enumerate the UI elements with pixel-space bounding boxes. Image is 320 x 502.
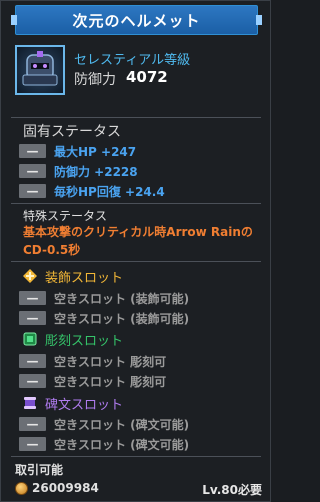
minus-icon: — xyxy=(19,417,46,431)
tradable-label: 取引可能 xyxy=(15,463,64,477)
accessory-slot-1[interactable]: — 空きスロット (装飾可能) xyxy=(19,290,189,306)
minus-icon: — xyxy=(19,437,46,451)
slot-text: 空きスロット 彫刻可 xyxy=(54,374,167,389)
engrave-slot-title: 彫刻スロット xyxy=(45,333,124,349)
divider xyxy=(11,203,261,204)
emerald-icon xyxy=(23,332,37,346)
special-stats-title: 特殊ステータス xyxy=(23,209,108,223)
minus-icon: — xyxy=(19,291,46,305)
helmet-icon[interactable] xyxy=(15,45,65,95)
special-stats-text: 基本攻撃のクリティカル時Arrow Rainの CD-0.5秒 xyxy=(23,225,253,257)
item-title: 次元のヘルメット xyxy=(72,11,201,30)
item-tooltip-panel: 次元のヘルメット セレスティアル等級 防御力 4072 固有ステータス — 最大… xyxy=(0,0,271,502)
stat-text: 防御力 +2228 xyxy=(54,164,138,179)
slot-text: 空きスロット (装飾可能) xyxy=(54,311,190,326)
slot-text: 空きスロット 彫刻可 xyxy=(54,354,167,369)
scroll-icon xyxy=(23,396,37,410)
divider xyxy=(11,456,261,457)
divider xyxy=(11,117,261,118)
inherent-stats-title: 固有ステータス xyxy=(23,124,121,140)
item-grade: セレスティアル等級 xyxy=(74,53,191,68)
rune-slot-2[interactable]: — 空きスロット (碑文可能) xyxy=(19,436,189,452)
minus-icon: — xyxy=(19,354,46,368)
level-requirement: Lv.80必要 xyxy=(202,483,262,497)
slot-text: 空きスロット (碑文可能) xyxy=(54,417,190,432)
stat-row-hp-regen: — 毎秒HP回復 +24.4 xyxy=(19,183,165,199)
stat-text: 毎秒HP回復 +24.4 xyxy=(54,184,165,199)
minus-icon: — xyxy=(19,184,46,198)
defense-label: 防御力 xyxy=(74,72,116,88)
accessory-slot-2[interactable]: — 空きスロット (装飾可能) xyxy=(19,310,189,326)
engrave-slot-1[interactable]: — 空きスロット 彫刻可 xyxy=(19,353,166,369)
rune-slot-title: 碑文スロット xyxy=(45,397,124,413)
minus-icon: — xyxy=(19,144,46,158)
minus-icon: — xyxy=(19,374,46,388)
stat-row-defense: — 防御力 +2228 xyxy=(19,163,138,179)
minus-icon: — xyxy=(19,164,46,178)
diamond-plus-icon xyxy=(23,269,37,283)
price-value: 26009984 xyxy=(32,481,99,495)
rune-slot-header: 碑文スロット xyxy=(23,394,124,413)
engrave-slot-2[interactable]: — 空きスロット 彫刻可 xyxy=(19,373,166,389)
accessory-slot-header: 装飾スロット xyxy=(23,267,124,286)
accessory-slot-title: 装飾スロット xyxy=(45,270,124,286)
item-title-bar: 次元のヘルメット xyxy=(11,5,262,35)
rune-slot-1[interactable]: — 空きスロット (碑文可能) xyxy=(19,416,189,432)
minus-icon: — xyxy=(19,311,46,325)
defense-value: 4072 xyxy=(126,68,168,86)
slot-text: 空きスロット (碑文可能) xyxy=(54,437,190,452)
slot-text: 空きスロット (装飾可能) xyxy=(54,291,190,306)
engrave-slot-header: 彫刻スロット xyxy=(23,330,124,349)
stat-row-max-hp: — 最大HP +247 xyxy=(19,143,136,159)
gold-coin-icon xyxy=(15,481,28,495)
divider xyxy=(11,261,261,262)
stat-text: 最大HP +247 xyxy=(54,144,137,159)
price-row: 26009984 xyxy=(15,481,99,495)
